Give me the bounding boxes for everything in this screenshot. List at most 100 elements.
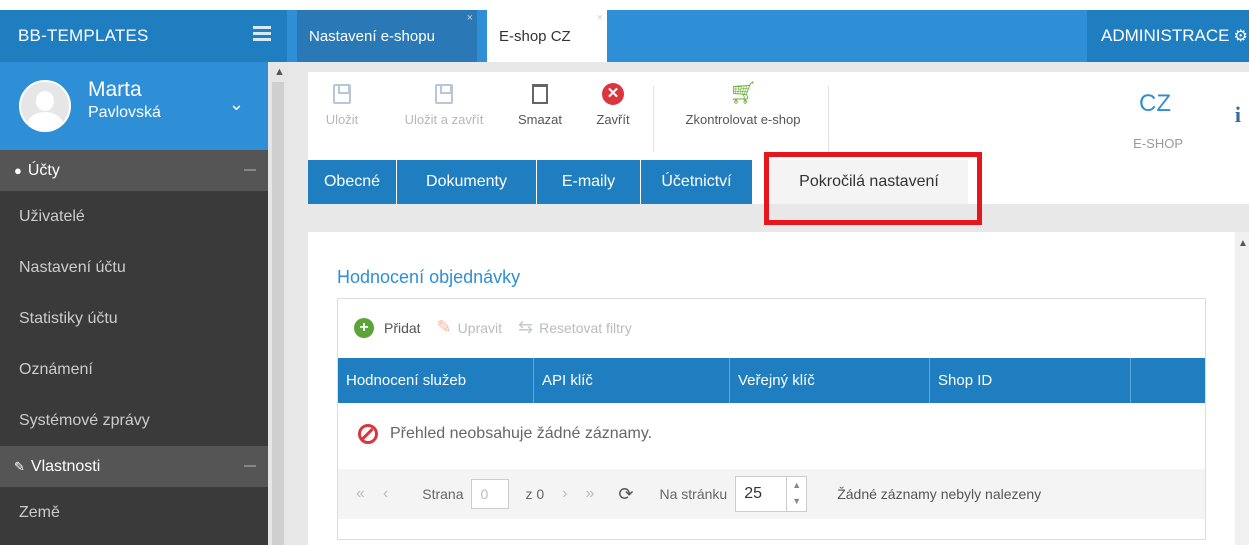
column-header[interactable]: API klíč bbox=[534, 358, 730, 403]
column-header[interactable]: Veřejný klíč bbox=[730, 358, 930, 403]
grid-actions: + Přidat ✎ Upravit ⇆ Resetovat filtry bbox=[354, 317, 648, 338]
first-page-icon[interactable]: « bbox=[356, 485, 365, 503]
add-button[interactable]: Přidat bbox=[384, 320, 421, 336]
next-page-icon[interactable]: › bbox=[562, 485, 567, 503]
sidebar-item-users[interactable]: Uživatelé bbox=[0, 191, 268, 242]
doc-tab-eshop-cz[interactable]: E-shop CZ × bbox=[487, 10, 607, 62]
tab-documents[interactable]: Dokumenty bbox=[397, 160, 536, 204]
hamburger-menu-icon[interactable] bbox=[253, 26, 271, 41]
save-close-label: Uložit a zavřít bbox=[404, 112, 484, 127]
save-button[interactable]: Uložit bbox=[322, 80, 362, 127]
ban-icon bbox=[358, 424, 378, 444]
sidebar-item-label: Země bbox=[19, 503, 60, 521]
administration-button[interactable]: ADMINISTRACE ⚙ bbox=[1087, 10, 1249, 62]
section-title: Hodnocení objednávky bbox=[337, 267, 521, 287]
edit-button[interactable]: Upravit bbox=[458, 320, 502, 336]
scroll-up-icon[interactable]: ▲ bbox=[274, 66, 285, 78]
divider bbox=[828, 86, 829, 152]
save-icon bbox=[435, 84, 453, 104]
delete-label: Smazat bbox=[517, 112, 563, 127]
brand-title: BB-TEMPLATES bbox=[18, 26, 149, 45]
column-header[interactable]: Shop ID bbox=[930, 358, 1131, 403]
stepper-arrows-icon[interactable]: ▲ ▼ bbox=[786, 477, 806, 511]
shop-code: CZ bbox=[1139, 90, 1171, 117]
wrench-icon: ✎ bbox=[14, 458, 25, 474]
column-header bbox=[1131, 358, 1205, 403]
avatar bbox=[19, 80, 71, 132]
sidebar-section-accounts[interactable]: ● Účty bbox=[0, 150, 268, 191]
reset-filter-icon: ⇆ bbox=[518, 317, 534, 337]
sidebar-section-label: Vlastnosti bbox=[30, 457, 101, 475]
toolbar: Uložit Uložit a zavřít Smazat ✕ Zavřít 🛒… bbox=[308, 72, 1249, 160]
doc-tab-label: E-shop CZ bbox=[499, 27, 571, 45]
info-icon[interactable]: i bbox=[1235, 102, 1241, 128]
per-page-stepper[interactable]: 25 ▲ ▼ bbox=[735, 476, 808, 512]
check-eshop-label: Zkontrolovat e-shop bbox=[685, 112, 801, 127]
close-button[interactable]: ✕ Zavřít bbox=[588, 80, 638, 127]
per-page-value: 25 bbox=[744, 485, 762, 502]
gear-icon: ⚙ bbox=[1233, 28, 1248, 45]
trash-icon bbox=[532, 84, 548, 104]
save-label: Uložit bbox=[325, 112, 359, 127]
tab-general[interactable]: Obecné bbox=[308, 160, 396, 204]
reset-filters-button[interactable]: Resetovat filtry bbox=[539, 320, 632, 336]
sidebar-scrollbar[interactable]: ▲ bbox=[268, 62, 288, 545]
sidebar: Marta Pavlovská ⌄ ● Účty Uživatelé Nasta… bbox=[0, 62, 268, 545]
highlight-box bbox=[764, 152, 982, 225]
save-icon bbox=[333, 84, 351, 104]
sidebar-item-label: Oznámení bbox=[19, 360, 93, 378]
close-tab-icon[interactable]: × bbox=[597, 12, 603, 24]
collapse-icon[interactable] bbox=[244, 465, 256, 467]
sidebar-item-label: Uživatelé bbox=[19, 207, 85, 225]
cart-icon: 🛒︎ bbox=[729, 80, 757, 105]
column-header[interactable]: Hodnocení služeb bbox=[338, 358, 534, 403]
grid-header: Hodnocení služeb API klíč Veřejný klíč S… bbox=[338, 358, 1205, 403]
page-label: Strana bbox=[422, 486, 464, 502]
doc-tab-eshop-settings[interactable]: Nastavení e-shopu × bbox=[297, 10, 477, 62]
sidebar-item-label: Systémové zprávy bbox=[19, 411, 150, 429]
sidebar-item-label: Statistiky účtu bbox=[19, 309, 118, 327]
page-input[interactable]: 0 bbox=[471, 479, 510, 509]
empty-message: Přehled neobsahuje žádné záznamy. bbox=[358, 424, 652, 444]
sidebar-section-properties[interactable]: ✎ Vlastnosti bbox=[0, 446, 268, 487]
close-tab-icon[interactable]: × bbox=[467, 12, 473, 24]
close-icon: ✕ bbox=[602, 83, 624, 105]
last-page-icon[interactable]: » bbox=[586, 485, 595, 503]
sidebar-item-countries[interactable]: Země bbox=[0, 487, 268, 538]
content-panel: ▲ Hodnocení objednávky + Přidat ✎ Upravi… bbox=[308, 232, 1249, 545]
sidebar-item-notifications[interactable]: Oznámení bbox=[0, 344, 268, 395]
administration-label: ADMINISTRACE bbox=[1101, 26, 1230, 45]
user-last-name: Pavlovská bbox=[88, 104, 161, 121]
check-eshop-button[interactable]: 🛒︎ Zkontrolovat e-shop bbox=[673, 80, 813, 127]
collapse-icon[interactable] bbox=[244, 169, 256, 171]
top-bar: BB-TEMPLATES Nastavení e-shopu × E-shop … bbox=[0, 0, 1249, 62]
per-page-label: Na stránku bbox=[659, 486, 728, 502]
plus-icon[interactable]: + bbox=[354, 317, 374, 338]
tab-label: Obecné bbox=[323, 173, 381, 190]
shop-subtitle: E-SHOP bbox=[1133, 136, 1183, 151]
sidebar-item-account-stats[interactable]: Statistiky účtu bbox=[0, 293, 268, 344]
sidebar-section-label: Účty bbox=[27, 161, 60, 179]
tab-accounting[interactable]: Účetnictví bbox=[641, 160, 752, 204]
tab-label: Dokumenty bbox=[426, 173, 507, 190]
panel-scrollbar[interactable]: ▲ bbox=[1235, 232, 1249, 545]
prev-page-icon[interactable]: ‹ bbox=[383, 485, 388, 503]
user-profile[interactable]: Marta Pavlovská ⌄ bbox=[0, 62, 268, 150]
scrollbar-thumb[interactable] bbox=[272, 82, 284, 545]
user-first-name: Marta bbox=[88, 78, 142, 101]
sidebar-item-system-messages[interactable]: Systémové zprávy bbox=[0, 395, 268, 446]
scroll-up-icon[interactable]: ▲ bbox=[1238, 238, 1248, 249]
chevron-down-icon[interactable]: ⌄ bbox=[229, 94, 244, 115]
tab-label: E-maily bbox=[561, 173, 616, 190]
pager: « ‹ Strana 0 z 0 › » ⟳ Na stránku 25 ▲ ▼ … bbox=[338, 469, 1205, 519]
delete-button[interactable]: Smazat bbox=[512, 80, 568, 127]
divider bbox=[653, 86, 654, 152]
empty-message-text: Přehled neobsahuje žádné záznamy. bbox=[390, 425, 653, 442]
tab-emails[interactable]: E-maily bbox=[537, 160, 640, 204]
user-icon: ● bbox=[14, 163, 22, 178]
sidebar-item-account-settings[interactable]: Nastavení účtu bbox=[0, 242, 268, 293]
refresh-icon[interactable]: ⟳ bbox=[618, 484, 633, 505]
save-close-button[interactable]: Uložit a zavřít bbox=[394, 80, 494, 127]
no-records-text: Žádné záznamy nebyly nalezeny bbox=[837, 486, 1042, 502]
ratings-grid: + Přidat ✎ Upravit ⇆ Resetovat filtry Ho… bbox=[337, 298, 1206, 540]
